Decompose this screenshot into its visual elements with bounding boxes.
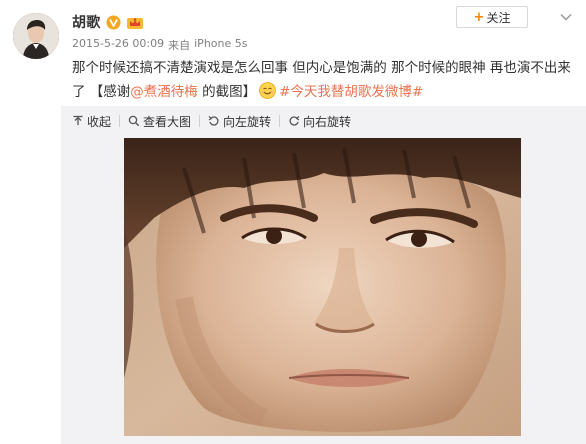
- rotate-right-button[interactable]: 向右旋转: [288, 113, 351, 130]
- more-options-chevron-down-icon[interactable]: [560, 11, 572, 23]
- plus-icon: +: [473, 9, 485, 25]
- rotate-right-label: 向右旋转: [303, 114, 352, 129]
- weibo-post: 胡歌 2015-5-26 00:09 来自 iPhone 5s + 关注 那个时…: [0, 0, 586, 444]
- post-header: 胡歌: [72, 11, 144, 33]
- rotate-left-label: 向左旋转: [223, 114, 272, 129]
- source-device[interactable]: iPhone 5s: [194, 37, 247, 53]
- user-avatar[interactable]: [13, 13, 59, 59]
- topic-hashtag-link[interactable]: #今天我替胡歌发微博#: [279, 84, 423, 100]
- source-prefix: 来自: [168, 39, 191, 52]
- search-magnifier-icon: [128, 115, 140, 127]
- collapse-button[interactable]: 收起: [72, 113, 111, 130]
- collapse-label: 收起: [87, 114, 112, 129]
- toolbar-divider: [199, 115, 201, 127]
- rotate-left-icon: [208, 116, 219, 126]
- image-toolbar: 收起 查看大图 向左旋转 向右旋转: [72, 112, 351, 130]
- follow-label: 关注: [486, 10, 511, 25]
- view-large-label: 查看大图: [143, 114, 192, 129]
- view-large-button[interactable]: 查看大图: [128, 113, 191, 130]
- portrait-photo-icon: [124, 138, 521, 436]
- smile-emoji-icon: [259, 82, 276, 99]
- verified-badge-icon[interactable]: [106, 15, 121, 30]
- member-crown-icon[interactable]: [126, 15, 144, 30]
- mention-link[interactable]: @煮酒待梅: [130, 84, 198, 100]
- portrait-photo[interactable]: [124, 138, 521, 436]
- post-text-part-2: 的截图】: [197, 84, 257, 100]
- follow-button[interactable]: + 关注: [456, 6, 528, 28]
- post-meta: 2015-5-26 00:09 来自 iPhone 5s: [72, 37, 247, 53]
- collapse-arrow-up-icon: [73, 115, 83, 125]
- toolbar-divider: [279, 115, 281, 127]
- avatar-photo-icon: [13, 13, 59, 59]
- post-text: 那个时候还搞不清楚演戏是怎么回事 但内心是饱满的 那个时候的眼神 再也演不出来了…: [72, 56, 572, 104]
- toolbar-divider: [119, 115, 121, 127]
- username[interactable]: 胡歌: [72, 12, 101, 32]
- rotate-right-icon: [289, 116, 300, 126]
- rotate-left-button[interactable]: 向左旋转: [208, 113, 271, 130]
- post-timestamp[interactable]: 2015-5-26 00:09: [72, 37, 164, 53]
